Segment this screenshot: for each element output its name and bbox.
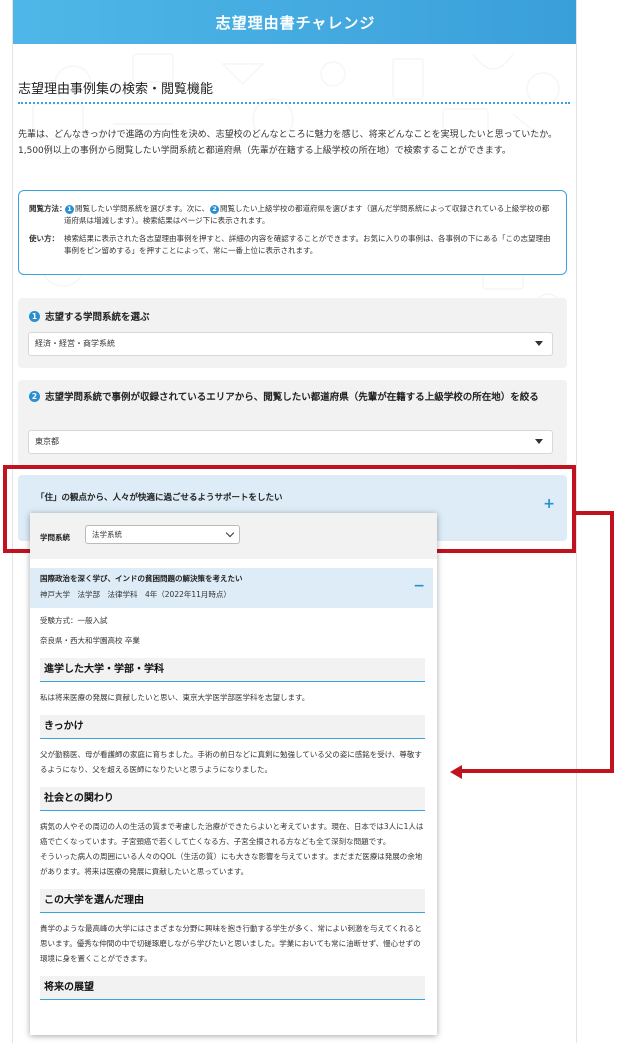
dropdown-arrow-icon (535, 341, 543, 346)
section-text: 病気の人やその周辺の人の生活の質まで考慮した治療ができたらよいと考えています。現… (40, 822, 424, 876)
popup-filter-bar: 学問系統 法学系統 (30, 513, 437, 559)
section-text: 父が勤務医、母が看護師の家庭に育ちました。手術の前日などに真剣に勉強している父の… (40, 750, 422, 774)
exam-method: 受験方式：一般入試 (40, 616, 108, 625)
section-heading: 社会との関わり (40, 787, 425, 811)
field-select-value: 経済・経営・商学系統 (35, 339, 115, 348)
field-select[interactable]: 経済・経営・商学系統 (28, 332, 553, 356)
step-2-panel: 2 志望学問系統で事例が収録されているエリアから、閲覧したい都道府県（先輩が在籍す… (18, 380, 567, 465)
case-title: 国際政治を深く学び、インドの貧困問題の解決策を考えたい (40, 574, 243, 583)
prefecture-select[interactable]: 東京都 (28, 430, 553, 454)
step-2-label: 2 志望学問系統で事例が収録されているエリアから、閲覧したい都道府県（先輩が在籍す… (28, 390, 553, 406)
intro-paragraph-1: 先輩は、どんなきっかけで進路の方向性を決め、志望校のどんなところに魅力を感じ、将… (18, 130, 558, 140)
step-2-number-icon: 2 (29, 391, 40, 402)
case-detail-popup: 学問系統 法学系統 国際政治を深く学び、インドの貧困問題の解決策を考えたい 神戸… (30, 513, 437, 1035)
prefecture-select-value: 東京都 (35, 437, 59, 446)
section-text: 私は将来医療の発展に貢献したいと思い、東京大学医学部医学科を志望します。 (40, 693, 310, 702)
method-text: 1 閲覧したい学問系統を選びます。次に、 2 閲覧したい上級学校の都道府県を選びます（… (64, 203, 556, 227)
step-2-badge-icon: 2 (210, 205, 220, 214)
step-1-number-icon: 1 (29, 311, 40, 322)
section-heading: 進学した大学・学部・学科 (40, 658, 425, 682)
annotation-line-bottom (460, 769, 614, 773)
usage-key: 使い方： (29, 234, 59, 243)
section-title: 志望理由事例集の検索・閲覧機能 (18, 82, 214, 97)
step-2-label-text: 志望学問系統で事例が収録されているエリアから、閲覧したい都道府県（先輩が在籍する… (45, 392, 539, 403)
collapse-minus-icon[interactable]: − (413, 579, 425, 593)
annotation-arrowhead (450, 765, 462, 779)
instructions-box: 閲覧方法： 1 閲覧したい学問系統を選びます。次に、 2 閲覧したい上級学校の都道府県… (18, 190, 567, 275)
method-text-a: 閲覧したい学問系統を選びます。次に、 (75, 204, 210, 213)
section-heading: この大学を選んだ理由 (40, 889, 425, 913)
dotted-divider (18, 102, 570, 104)
step-1-badge-icon: 1 (65, 205, 74, 214)
intro-paragraph-2: 1,500例以上の事例から閲覧したい学問系統と都道府県（先輩が在籍する上級学校の… (18, 146, 511, 156)
graduated-school: 奈良県・西大和学園高校 卒業 (40, 636, 140, 645)
usage-row: 使い方： 検索結果に表示された各志望理由事例を押すと、詳細の内容を確認することが… (29, 233, 556, 257)
usage-text: 検索結果に表示された各志望理由事例を押すと、詳細の内容を確認することができます。… (64, 234, 551, 255)
step-1-label: 1 志望する学問系統を選ぶ (28, 310, 150, 326)
app-header: 志望理由書チャレンジ (13, 0, 576, 44)
annotation-line-top (576, 511, 614, 515)
case-meta: 神戸大学 法学部 法律学科 4年（2022年11月時点） (40, 590, 231, 599)
chevron-down-icon (225, 528, 235, 538)
app-title: 志望理由書チャレンジ (215, 13, 376, 32)
method-key: 閲覧方法： (29, 204, 67, 213)
case-header[interactable]: 国際政治を深く学び、インドの貧困問題の解決策を考えたい 神戸大学 法学部 法律学… (30, 568, 433, 608)
popup-field-select[interactable]: 法学系統 (85, 525, 240, 544)
section-text: 貴学のような最高峰の大学にはさまざまな分野に興味を抱き行動する学生が多く、常によ… (40, 924, 422, 963)
method-row: 閲覧方法： 1 閲覧したい学問系統を選びます。次に、 2 閲覧したい上級学校の都道府県… (29, 203, 556, 227)
step-1-label-text: 志望する学問系統を選ぶ (45, 312, 150, 323)
dropdown-arrow-icon (535, 439, 543, 444)
section-heading: きっかけ (40, 715, 425, 739)
filter-label: 学問系統 (40, 533, 70, 542)
popup-field-select-value: 法学系統 (92, 530, 122, 539)
annotation-line-vertical (610, 511, 614, 773)
section-heading: 将来の展望 (40, 976, 425, 1000)
popup-bottom-edge (30, 1027, 437, 1035)
intro-text: 先輩は、どんなきっかけで進路の方向性を決め、志望校のどんなところに魅力を感じ、将… (18, 127, 573, 159)
case-body: 受験方式：一般入試 奈良県・西大和学園高校 卒業 進学した大学・学部・学科 私は… (40, 614, 425, 1008)
step-1-panel: 1 志望する学問系統を選ぶ 経済・経営・商学系統 (18, 298, 567, 368)
